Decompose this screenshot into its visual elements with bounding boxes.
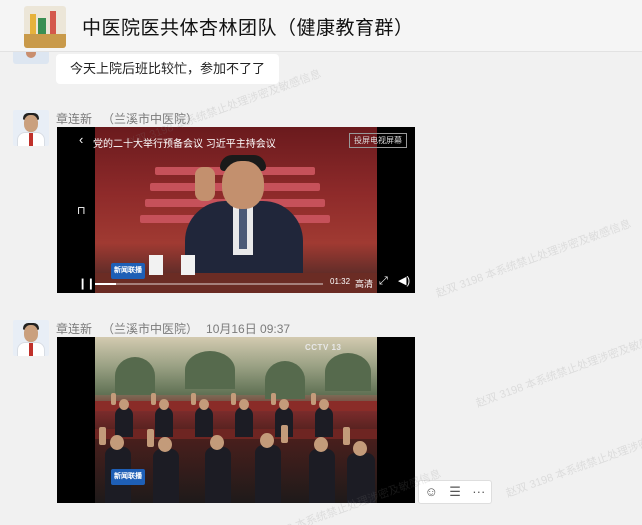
news-logo: 新闻联播 xyxy=(111,469,145,485)
message-time: 10月16日 09:37 xyxy=(206,322,291,336)
sender-info: 章连新 （兰溪市中医院） xyxy=(56,110,198,127)
more-icon[interactable]: ··· xyxy=(472,480,485,504)
book-shape xyxy=(50,11,56,34)
back-icon[interactable]: ‹ xyxy=(79,132,83,147)
lock-icon[interactable]: ⊓ xyxy=(77,204,86,217)
video-progress[interactable] xyxy=(95,283,323,285)
video-title: 党的二十大举行预备会议 习近平主持会议 xyxy=(93,139,276,150)
sender-org: （兰溪市中医院） xyxy=(102,322,199,336)
volume-icon[interactable]: ◀) xyxy=(398,274,410,287)
chat-header: 中医院医共体杏林团队（健康教育群） xyxy=(0,0,642,52)
group-avatar[interactable] xyxy=(24,6,66,48)
avatar[interactable] xyxy=(13,52,49,64)
news-logo: 新闻联播 xyxy=(111,263,145,279)
avatar[interactable] xyxy=(13,110,49,146)
cctv-logo: CCTV 13 xyxy=(305,343,342,352)
sender-org: （兰溪市中医院） xyxy=(102,112,199,126)
book-shape xyxy=(38,18,46,34)
sender-info: 章连新 （兰溪市中医院） 10月16日 09:37 xyxy=(56,320,290,337)
video-message[interactable]: ‹ 党的二十大举行预备会议 习近平主持会议 投屏电视屏幕 ⊓ 新闻联播 ❙❙ 0… xyxy=(57,127,415,293)
message-action-bar: ☺ ☰ ··· xyxy=(418,480,492,504)
video-elapsed: 01:32 xyxy=(330,277,351,286)
pause-icon[interactable]: ❙❙ xyxy=(78,277,95,290)
watermark: 赵双 3198 本系统禁止处理涉密及敏感信息 xyxy=(474,327,642,410)
emoji-icon[interactable]: ☺ xyxy=(425,480,438,504)
comment-icon[interactable]: ☰ xyxy=(449,480,461,504)
watermark: 赵双 3198 本系统禁止处理涉密及敏感信息 xyxy=(434,217,633,300)
sender-name[interactable]: 章连新 xyxy=(56,112,92,126)
avatar[interactable] xyxy=(13,320,49,356)
fullscreen-icon[interactable]: ⤢ xyxy=(379,275,388,288)
shelf-shape xyxy=(24,34,66,48)
quality-button[interactable]: 高清 xyxy=(355,277,373,290)
chat-title: 中医院医共体杏林团队（健康教育群） xyxy=(82,18,414,39)
book-shape xyxy=(30,14,36,34)
image-message[interactable]: CCTV 13 新闻联播 xyxy=(57,337,415,503)
message-bubble: 今天上院后班比较忙，参加不了了 xyxy=(56,54,280,84)
watermark: 赵双 3198 本系统禁止处理涉密及敏感信息 xyxy=(504,417,642,500)
sender-name[interactable]: 章连新 xyxy=(56,322,92,336)
cast-button[interactable]: 投屏电视屏幕 xyxy=(349,133,407,148)
